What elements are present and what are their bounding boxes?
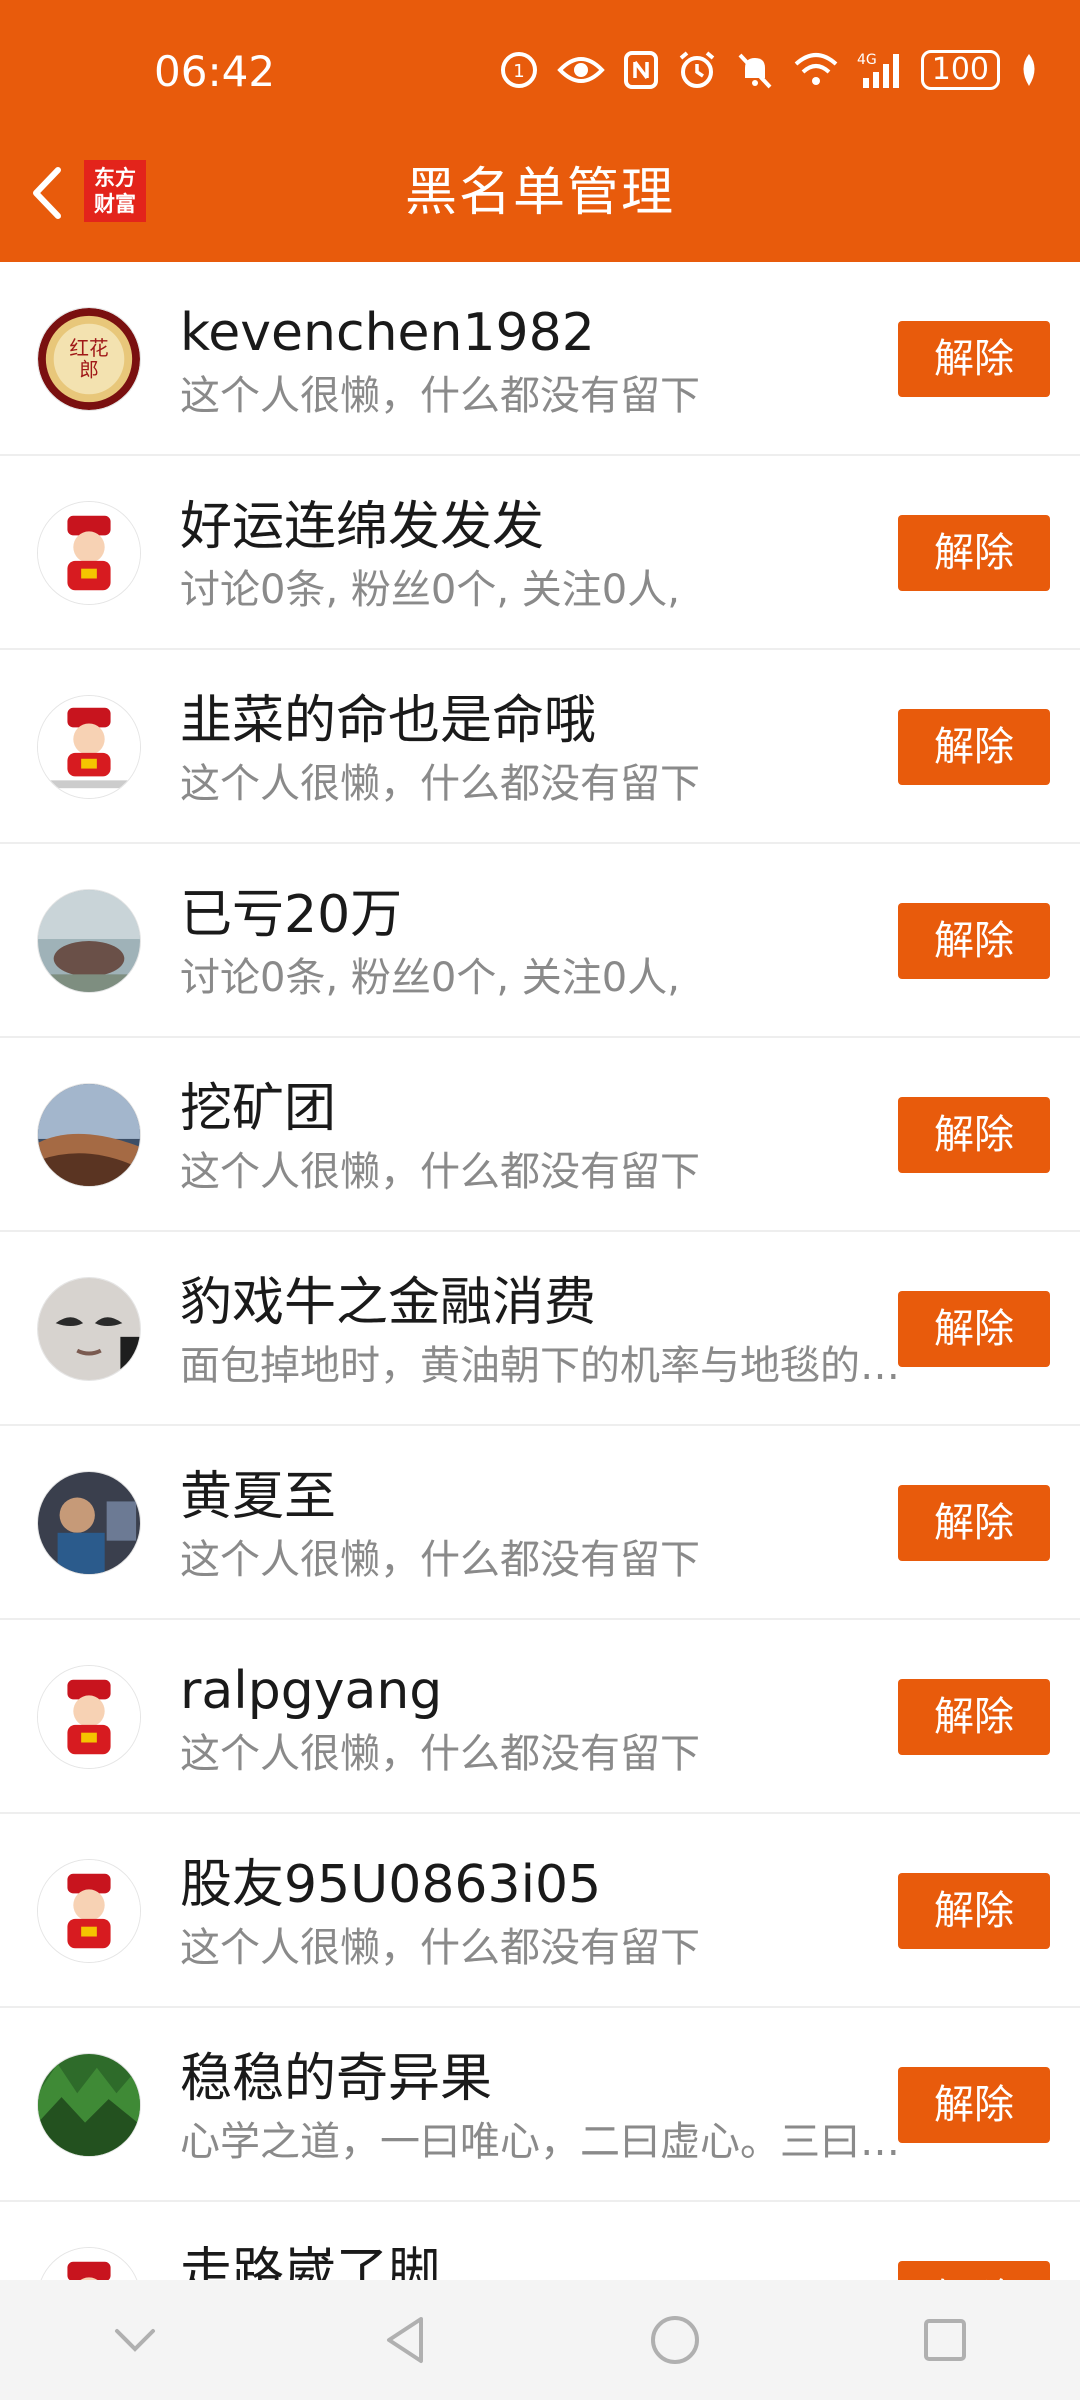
- remove-button[interactable]: 解除: [898, 1485, 1050, 1561]
- remove-button[interactable]: 解除: [898, 1291, 1050, 1367]
- signal-icon: 4G: [857, 50, 903, 90]
- list-item: 挖矿团 这个人很懒，什么都没有留下 解除: [0, 1038, 1080, 1232]
- eye-icon: [556, 52, 605, 88]
- remove-button[interactable]: 解除: [898, 2067, 1050, 2143]
- leaf-icon: [1018, 52, 1040, 88]
- page-title: 黑名单管理: [404, 163, 675, 223]
- photo-avatar[interactable]: [37, 1471, 141, 1575]
- forest-avatar[interactable]: [37, 2053, 141, 2157]
- user-description: 这个人很懒，什么都没有留下: [180, 1537, 700, 1583]
- user-name[interactable]: 韭菜的命也是命哦: [180, 688, 880, 754]
- user-name[interactable]: ralpgyang: [180, 1658, 880, 1724]
- user-name[interactable]: 已亏20万: [180, 882, 880, 948]
- recents-square-icon[interactable]: [915, 2310, 975, 2370]
- battery-indicator: 100: [920, 50, 1000, 90]
- nfc-icon: [623, 50, 659, 90]
- user-description: 心学之道，一曰唯心，二曰虚心。三曰……: [180, 2119, 900, 2165]
- user-name[interactable]: 股友95U0863i05: [180, 1852, 880, 1918]
- blacklist: 红花郎 kevenchen1982 这个人很懒，什么都没有留下 解除 好运连绵发…: [0, 262, 1080, 2282]
- system-nav-bar: [0, 2280, 1080, 2400]
- user-description: 这个人很懒，什么都没有留下: [180, 1925, 700, 1971]
- list-item: 黄夏至 这个人很懒，什么都没有留下 解除: [0, 1426, 1080, 1620]
- hd-call-icon: 1: [499, 50, 539, 90]
- caishen-avatar[interactable]: [37, 1665, 141, 1769]
- gold-seal-avatar[interactable]: 红花郎: [37, 307, 141, 411]
- user-name[interactable]: kevenchen1982: [180, 300, 880, 366]
- face-avatar[interactable]: [37, 1277, 141, 1381]
- user-name[interactable]: 好运连绵发发发: [180, 494, 880, 560]
- user-name[interactable]: 豹戏牛之金融消费: [180, 1270, 880, 1336]
- user-name[interactable]: 挖矿团: [180, 1076, 880, 1142]
- svg-text:红花: 红花: [69, 337, 108, 360]
- list-item: 已亏20万 讨论0条, 粉丝0个, 关注0人, 解除: [0, 844, 1080, 1038]
- list-item: 红花郎 kevenchen1982 这个人很懒，什么都没有留下 解除: [0, 262, 1080, 456]
- mute-icon: [735, 50, 775, 90]
- remove-button[interactable]: 解除: [898, 321, 1050, 397]
- svg-text:郎: 郎: [79, 359, 99, 382]
- remove-button[interactable]: 解除: [898, 1873, 1050, 1949]
- back-triangle-icon[interactable]: [375, 2310, 435, 2370]
- status-icons: 1 4G 100: [499, 50, 1040, 90]
- status-time: 06:42: [154, 47, 276, 96]
- user-name[interactable]: 黄夏至: [180, 1464, 880, 1530]
- remove-button[interactable]: 解除: [898, 2261, 1050, 2282]
- list-item: 韭菜的命也是命哦 这个人很懒，什么都没有留下 解除: [0, 650, 1080, 844]
- list-item: 好运连绵发发发 讨论0条, 粉丝0个, 关注0人, 解除: [0, 456, 1080, 650]
- list-item: 走路崴了脚 解除: [0, 2202, 1080, 2282]
- user-description: 讨论0条, 粉丝0个, 关注0人,: [180, 955, 680, 1001]
- caishen-avatar[interactable]: [37, 2247, 141, 2282]
- caishen-avatar[interactable]: [37, 501, 141, 605]
- remove-button[interactable]: 解除: [898, 709, 1050, 785]
- list-item: 稳稳的奇异果 心学之道，一曰唯心，二曰虚心。三曰…… 解除: [0, 2008, 1080, 2202]
- svg-text:1: 1: [513, 61, 524, 82]
- chevron-down-icon[interactable]: [105, 2310, 165, 2370]
- app-bar: 06:42 1 4G 100 东方 财富 黑名单管理: [0, 0, 1080, 262]
- user-name[interactable]: 走路崴了脚: [180, 2240, 880, 2282]
- home-circle-icon[interactable]: [645, 2310, 705, 2370]
- remove-button[interactable]: 解除: [898, 1679, 1050, 1755]
- user-description: 面包掉地时，黄油朝下的机率与地毯的价格成正比: [180, 1343, 900, 1389]
- list-item: 股友95U0863i05 这个人很懒，什么都没有留下 解除: [0, 1814, 1080, 2008]
- caishen-avatar[interactable]: [37, 695, 141, 799]
- remove-button[interactable]: 解除: [898, 903, 1050, 979]
- caishen-avatar[interactable]: [37, 1859, 141, 1963]
- user-description: 这个人很懒，什么都没有留下: [180, 1731, 700, 1777]
- desert-avatar[interactable]: [37, 1083, 141, 1187]
- list-item: ralpgyang 这个人很懒，什么都没有留下 解除: [0, 1620, 1080, 1814]
- user-description: 这个人很懒，什么都没有留下: [180, 761, 700, 807]
- user-description: 讨论0条, 粉丝0个, 关注0人,: [180, 567, 680, 613]
- wifi-icon: [793, 52, 839, 88]
- user-description: 这个人很懒，什么都没有留下: [180, 1149, 700, 1195]
- remove-button[interactable]: 解除: [898, 1097, 1050, 1173]
- user-name[interactable]: 稳稳的奇异果: [180, 2046, 880, 2112]
- remove-button[interactable]: 解除: [898, 515, 1050, 591]
- list-item: 豹戏牛之金融消费 面包掉地时，黄油朝下的机率与地毯的价格成正比 解除: [0, 1232, 1080, 1426]
- photo-avatar[interactable]: [37, 889, 141, 993]
- network-type-label: 4G: [857, 52, 877, 68]
- alarm-icon: [677, 50, 717, 90]
- user-description: 这个人很懒，什么都没有留下: [180, 373, 700, 419]
